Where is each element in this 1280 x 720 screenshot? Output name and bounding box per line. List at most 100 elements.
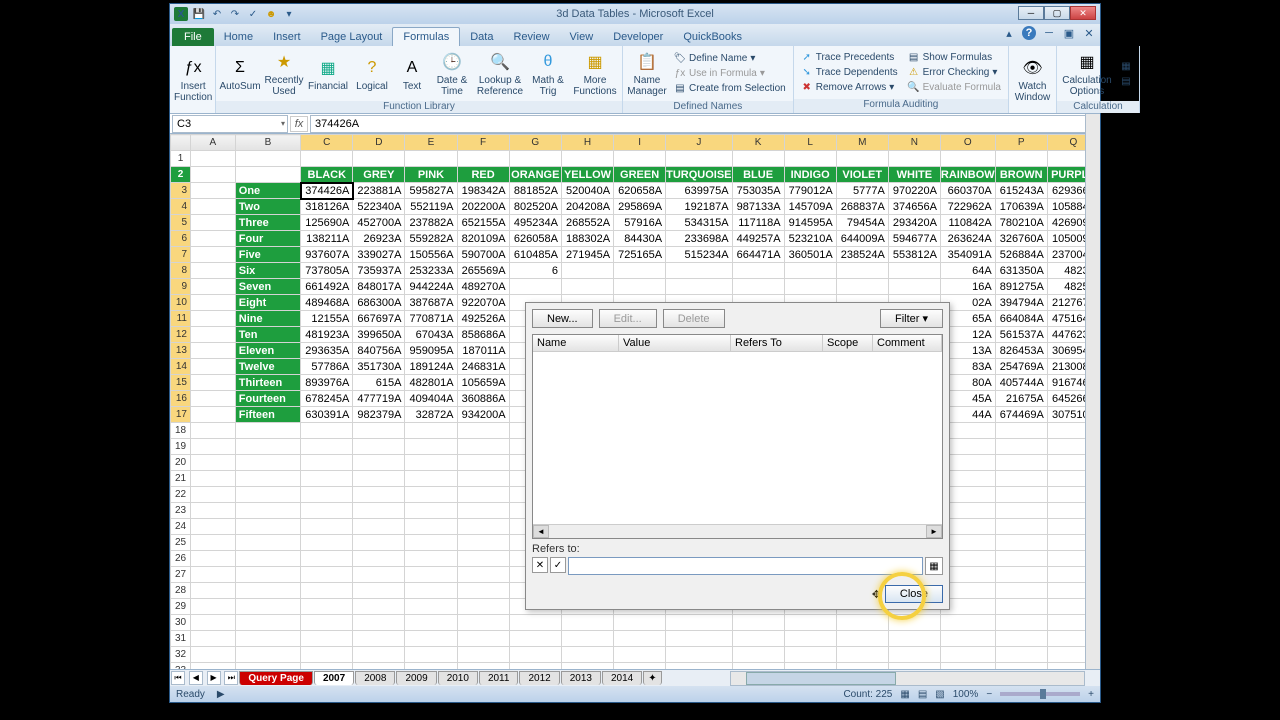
cell[interactable] xyxy=(191,503,236,519)
row-header[interactable]: 14 xyxy=(171,359,191,375)
row-label[interactable]: Two xyxy=(235,199,300,215)
cell[interactable]: 594677A xyxy=(888,231,940,247)
cell[interactable] xyxy=(353,487,405,503)
cell[interactable] xyxy=(509,615,561,631)
cell[interactable] xyxy=(235,487,300,503)
cell[interactable] xyxy=(191,519,236,535)
cell[interactable] xyxy=(301,471,353,487)
sheet-2013[interactable]: 2013 xyxy=(561,671,601,685)
sheet-prev-icon[interactable]: ◀ xyxy=(189,671,203,685)
cell[interactable]: 204208A xyxy=(561,199,613,215)
cell[interactable]: 664084A xyxy=(995,311,1047,327)
cell[interactable] xyxy=(561,263,613,279)
trace-dependents-button[interactable]: ➘Trace Dependents xyxy=(798,66,901,80)
cell[interactable]: 722962A xyxy=(940,199,995,215)
minimize-ribbon-icon[interactable]: ▴ xyxy=(1002,26,1016,40)
cell[interactable]: 268552A xyxy=(561,215,613,231)
cell[interactable]: 848017A xyxy=(353,279,405,295)
cell[interactable] xyxy=(995,567,1047,583)
cell[interactable]: 526884A xyxy=(995,247,1047,263)
row-label[interactable]: Fifteen xyxy=(235,407,300,423)
cell[interactable]: 495234A xyxy=(509,215,561,231)
range-picker-button[interactable]: ▦ xyxy=(925,557,943,575)
cell[interactable]: 620658A xyxy=(614,183,666,199)
cell[interactable]: 522340A xyxy=(353,199,405,215)
cell[interactable] xyxy=(509,647,561,663)
cell[interactable]: 492526A xyxy=(457,311,509,327)
minimize-button[interactable]: ─ xyxy=(1018,6,1044,20)
cell[interactable] xyxy=(995,647,1047,663)
cell[interactable]: 26923A xyxy=(353,231,405,247)
row-header[interactable]: 9 xyxy=(171,279,191,295)
cell[interactable]: 110842A xyxy=(940,215,995,231)
cell[interactable] xyxy=(353,599,405,615)
cell[interactable] xyxy=(666,279,732,295)
cell[interactable] xyxy=(191,583,236,599)
row-label[interactable]: Eight xyxy=(235,295,300,311)
row-header[interactable]: 26 xyxy=(171,551,191,567)
cell[interactable]: 674469A xyxy=(995,407,1047,423)
qat-icon[interactable]: ✓ xyxy=(246,7,260,21)
cell[interactable]: 187011A xyxy=(457,343,509,359)
cell[interactable] xyxy=(405,519,457,535)
cell[interactable] xyxy=(995,519,1047,535)
cell[interactable] xyxy=(940,615,995,631)
tab-developer[interactable]: Developer xyxy=(603,28,673,46)
cell[interactable]: 937607A xyxy=(301,247,353,263)
cell[interactable] xyxy=(191,535,236,551)
filter-button[interactable]: Filter ▾ xyxy=(880,309,943,328)
horizontal-scrollbar[interactable] xyxy=(730,671,1085,686)
cell[interactable] xyxy=(301,631,353,647)
cell[interactable] xyxy=(405,647,457,663)
cell[interactable] xyxy=(405,567,457,583)
cell[interactable] xyxy=(353,423,405,439)
cell[interactable] xyxy=(405,615,457,631)
row-header[interactable]: 2 xyxy=(171,167,191,183)
row-header[interactable]: 32 xyxy=(171,647,191,663)
cell[interactable]: 489270A xyxy=(457,279,509,295)
tab-formulas[interactable]: Formulas xyxy=(392,27,460,46)
cell[interactable]: 779012A xyxy=(784,183,836,199)
col-header[interactable]: P xyxy=(995,135,1047,151)
cell[interactable] xyxy=(457,519,509,535)
calc-now-button[interactable]: ▦ xyxy=(1117,59,1135,73)
cell[interactable]: 223881A xyxy=(353,183,405,199)
wb-restore-icon[interactable]: ▣ xyxy=(1062,26,1076,40)
cell[interactable] xyxy=(888,615,940,631)
view-layout-icon[interactable]: ▤ xyxy=(918,689,927,700)
data-header[interactable]: PINK xyxy=(405,167,457,183)
cell[interactable] xyxy=(405,423,457,439)
cell[interactable] xyxy=(353,535,405,551)
row-label[interactable]: Thirteen xyxy=(235,375,300,391)
cell[interactable]: 125690A xyxy=(301,215,353,231)
cell[interactable] xyxy=(457,583,509,599)
cell[interactable]: 858686A xyxy=(457,327,509,343)
cell[interactable] xyxy=(784,631,836,647)
cell[interactable] xyxy=(405,503,457,519)
cell[interactable] xyxy=(888,647,940,663)
cell[interactable] xyxy=(191,455,236,471)
row-header[interactable]: 30 xyxy=(171,615,191,631)
cell[interactable] xyxy=(995,615,1047,631)
col-comment[interactable]: Comment xyxy=(873,335,942,351)
cell[interactable] xyxy=(614,151,666,167)
row-label[interactable]: Four xyxy=(235,231,300,247)
cell[interactable]: 615243A xyxy=(995,183,1047,199)
cell[interactable]: 780210A xyxy=(995,215,1047,231)
math-button[interactable]: θMath & Trig xyxy=(526,48,570,99)
cell[interactable]: 79454A xyxy=(836,215,888,231)
error-checking-button[interactable]: ⚠Error Checking ▾ xyxy=(905,66,1004,80)
row-header[interactable]: 4 xyxy=(171,199,191,215)
row-header[interactable]: 28 xyxy=(171,583,191,599)
cell[interactable]: 238524A xyxy=(836,247,888,263)
row-header[interactable]: 29 xyxy=(171,599,191,615)
cell[interactable] xyxy=(353,551,405,567)
col-header[interactable]: B xyxy=(235,135,300,151)
cell[interactable] xyxy=(301,647,353,663)
close-dialog-button[interactable]: ✥ Close xyxy=(885,585,943,603)
cell[interactable] xyxy=(940,631,995,647)
col-header[interactable]: N xyxy=(888,135,940,151)
cell[interactable]: 610485A xyxy=(509,247,561,263)
cell[interactable] xyxy=(995,599,1047,615)
cell[interactable]: 840756A xyxy=(353,343,405,359)
